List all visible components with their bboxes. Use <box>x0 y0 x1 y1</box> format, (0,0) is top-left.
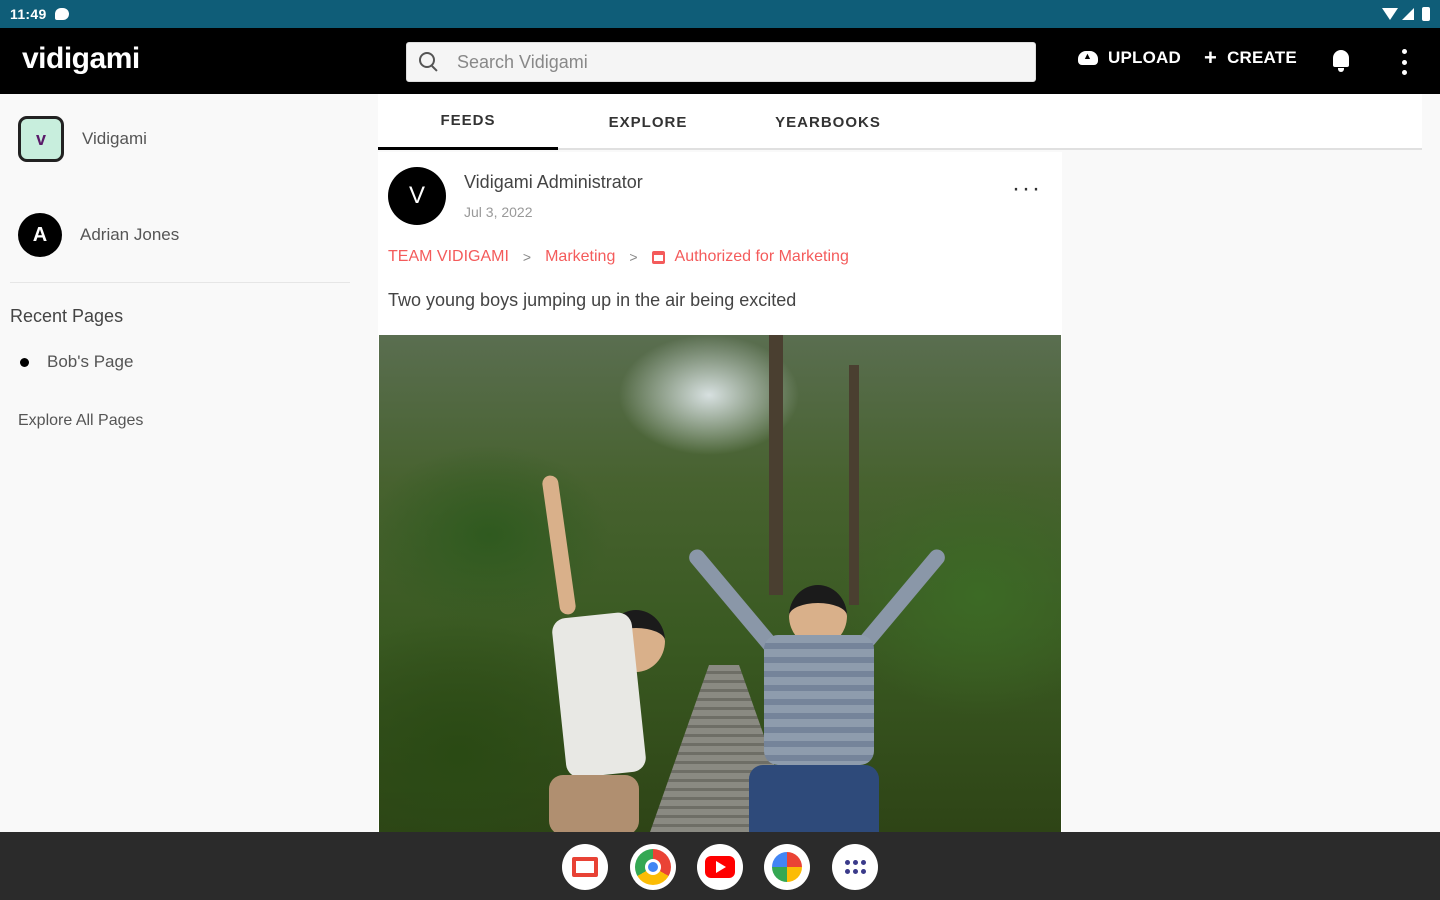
app-logo[interactable]: vidigami <box>22 42 140 76</box>
post-photo[interactable] <box>379 335 1061 832</box>
tab-feeds[interactable]: FEEDS <box>378 94 558 150</box>
divider <box>10 282 350 283</box>
search-icon <box>417 50 441 74</box>
bullet-icon <box>20 357 29 367</box>
calendar-icon <box>651 250 665 264</box>
upload-label: UPLOAD <box>1108 48 1181 67</box>
chevron-right-icon: > <box>522 249 532 265</box>
breadcrumb-team[interactable]: TEAM VIDIGAMI <box>388 248 509 266</box>
tab-yearbooks[interactable]: YEARBOOKS <box>738 94 918 150</box>
status-bar: 11:49 <box>0 0 1440 28</box>
recent-page-label: Bob's Page <box>47 352 134 371</box>
cell-signal-icon <box>1402 8 1414 20</box>
cloud-upload-icon <box>1078 51 1098 65</box>
post-card: V Vidigami Administrator Jul 3, 2022 ···… <box>378 152 1062 832</box>
status-icons <box>1382 7 1430 21</box>
feed-tabs: FEEDS EXPLORE YEARBOOKS <box>378 94 1422 150</box>
sidebar: v Vidigami A Adrian Jones Recent Pages B… <box>0 94 370 832</box>
post-author-name[interactable]: Vidigami Administrator <box>464 172 643 193</box>
app-bar: vidigami UPLOAD + CREATE <box>0 28 1440 94</box>
notifications-bell-icon[interactable] <box>1331 50 1351 72</box>
breadcrumb: TEAM VIDIGAMI > Marketing > Authorized f… <box>388 248 849 266</box>
battery-icon <box>1422 7 1430 21</box>
breadcrumb-album[interactable]: Authorized for Marketing <box>675 248 849 266</box>
gmail-icon[interactable] <box>562 844 608 890</box>
vidigami-logo-icon: v <box>18 116 64 162</box>
breadcrumb-marketing[interactable]: Marketing <box>545 248 615 266</box>
status-time: 11:49 <box>10 6 47 22</box>
avatar: A <box>18 213 62 257</box>
taskbar <box>0 832 1440 900</box>
sidebar-item-vidigami[interactable]: v Vidigami <box>18 116 147 162</box>
wifi-icon <box>1382 8 1398 20</box>
post-date: Jul 3, 2022 <box>464 204 533 220</box>
post-author-avatar[interactable]: V <box>388 167 446 225</box>
tree-trunk <box>769 335 783 595</box>
post-more-icon[interactable]: ··· <box>1012 177 1042 201</box>
tree-trunk <box>849 365 859 605</box>
explore-all-pages-link[interactable]: Explore All Pages <box>18 412 143 430</box>
recent-page-item[interactable]: Bob's Page <box>20 352 133 372</box>
sidebar-item-adrian-jones[interactable]: A Adrian Jones <box>18 213 179 257</box>
upload-button[interactable]: UPLOAD <box>1078 48 1181 68</box>
overflow-menu-icon[interactable] <box>1400 49 1408 75</box>
youtube-icon[interactable] <box>697 844 743 890</box>
photos-icon[interactable] <box>764 844 810 890</box>
tab-explore[interactable]: EXPLORE <box>558 94 738 150</box>
search-input[interactable] <box>457 51 1017 73</box>
create-button[interactable]: + CREATE <box>1204 45 1297 70</box>
plus-icon: + <box>1204 45 1218 70</box>
search-bar[interactable] <box>406 42 1036 82</box>
message-notification-icon <box>54 8 69 20</box>
sidebar-item-label: Adrian Jones <box>80 225 180 244</box>
chevron-right-icon: > <box>629 249 638 265</box>
recent-pages-heading: Recent Pages <box>10 306 124 326</box>
create-label: CREATE <box>1227 48 1297 67</box>
sidebar-item-label: Vidigami <box>82 129 147 148</box>
app-drawer-icon[interactable] <box>832 844 878 890</box>
post-caption: Two young boys jumping up in the air bei… <box>388 290 797 310</box>
chrome-icon[interactable] <box>630 844 676 890</box>
